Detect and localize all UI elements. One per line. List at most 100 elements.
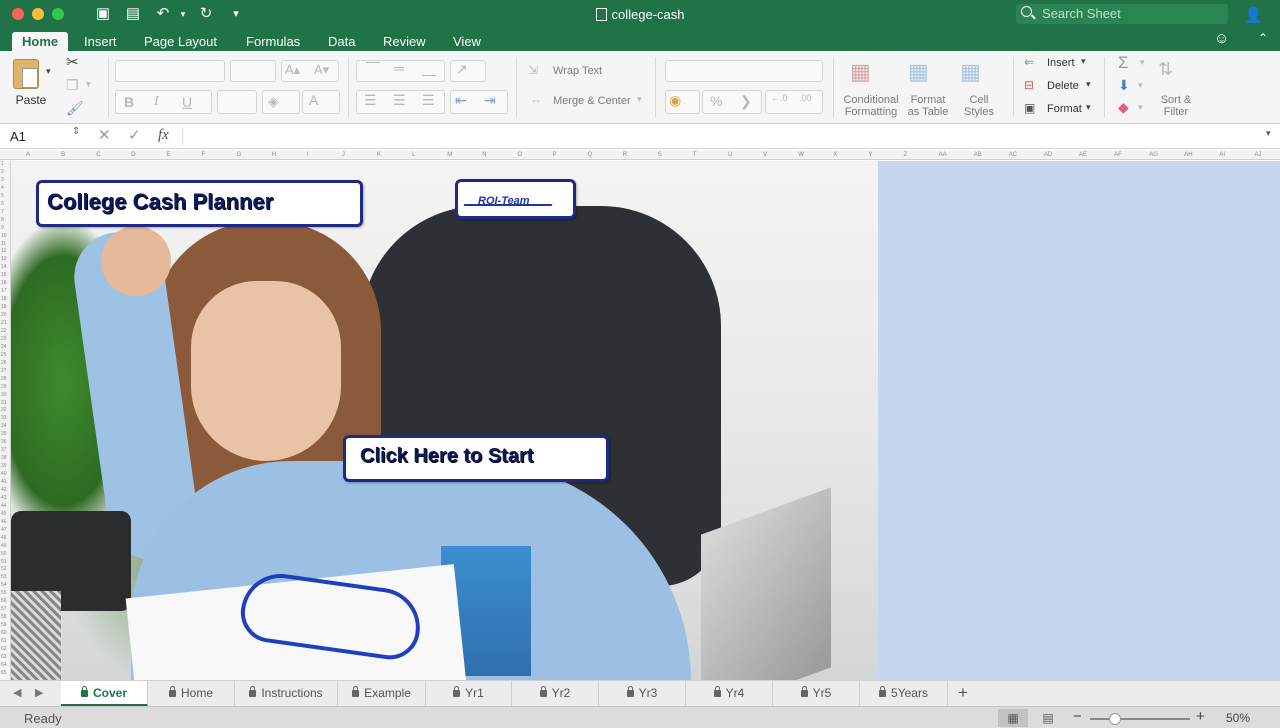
zoom-slider-knob[interactable] [1109, 713, 1121, 725]
column-header[interactable]: J [342, 150, 345, 160]
share-person-icon[interactable]: 👤 [1244, 6, 1263, 24]
column-header[interactable]: AA [939, 150, 947, 160]
sheet-tab-yr4[interactable]: Yr4 [686, 681, 773, 706]
sheet-tab-yr2[interactable]: Yr2 [512, 681, 599, 706]
insert-cells-button[interactable]: Insert [1047, 57, 1075, 69]
column-header[interactable]: Y [868, 150, 872, 160]
row-header[interactable]: 15 [1, 272, 7, 278]
column-header[interactable]: AF [1114, 150, 1122, 160]
column-header[interactable]: AD [1044, 150, 1052, 160]
row-header[interactable]: 64 [1, 662, 7, 668]
sheet-tab-yr5[interactable]: Yr5 [773, 681, 860, 706]
cut-icon[interactable]: ✂ [66, 53, 79, 71]
underline-button[interactable]: U [182, 94, 192, 110]
column-header[interactable]: N [482, 150, 486, 160]
font-size-select[interactable] [230, 60, 276, 82]
row-header[interactable]: 32 [1, 407, 7, 413]
search-sheet-input[interactable]: Search Sheet [1016, 4, 1228, 24]
paste-dropdown-icon[interactable]: ▾ [46, 66, 51, 77]
comma-style-icon[interactable]: ❯ [740, 93, 752, 110]
cell-styles-icon[interactable]: ▦ [960, 59, 981, 85]
row-header[interactable]: 7 [1, 209, 4, 215]
decrease-font-icon[interactable]: A▾ [314, 62, 329, 78]
row-header[interactable]: 17 [1, 288, 7, 294]
tab-formulas[interactable]: Formulas [236, 32, 310, 51]
row-header[interactable]: 51 [1, 559, 7, 565]
sort-filter-button[interactable]: Sort & Filter [1155, 94, 1197, 118]
next-sheet-icon[interactable]: ▶ [35, 686, 43, 699]
row-header[interactable]: 35 [1, 431, 7, 437]
column-header[interactable]: P [553, 150, 557, 160]
column-header[interactable]: E [166, 150, 170, 160]
align-bottom-icon[interactable]: ⎽ [422, 60, 436, 77]
conditional-formatting-icon[interactable]: ▦ [850, 59, 871, 85]
column-header[interactable]: H [272, 150, 276, 160]
zoom-out-button[interactable]: − [1073, 708, 1082, 725]
delete-cells-button[interactable]: Delete [1047, 80, 1079, 92]
tab-insert[interactable]: Insert [74, 32, 127, 51]
row-header[interactable]: 52 [1, 566, 7, 572]
column-header[interactable]: S [658, 150, 662, 160]
align-center-icon[interactable]: ☰ [393, 92, 406, 109]
row-header[interactable]: 61 [1, 638, 7, 644]
insert-cells-icon[interactable]: ⇐ [1024, 55, 1034, 69]
column-header[interactable]: AB [974, 150, 982, 160]
prev-sheet-icon[interactable]: ◀ [13, 686, 21, 699]
expand-formula-bar-icon[interactable]: ▾ [1266, 128, 1271, 139]
row-header[interactable]: 28 [1, 376, 7, 382]
merge-center-icon[interactable]: ⇔ [530, 93, 542, 107]
align-left-icon[interactable]: ☰ [364, 92, 377, 109]
insert-function-button[interactable]: fx [158, 127, 169, 144]
sort-filter-icon[interactable]: ⇅ [1158, 59, 1173, 80]
row-header[interactable]: 43 [1, 495, 7, 501]
increase-font-icon[interactable]: A▴ [285, 62, 300, 78]
row-header[interactable]: 49 [1, 543, 7, 549]
column-header[interactable]: L [412, 150, 415, 160]
zoom-in-button[interactable]: + [1196, 708, 1205, 725]
align-middle-icon[interactable]: ═ [394, 60, 404, 76]
row-header[interactable]: 2 [1, 169, 4, 175]
row-header[interactable]: 19 [1, 304, 7, 310]
tab-page-layout[interactable]: Page Layout [134, 32, 227, 51]
row-header[interactable]: 12 [1, 248, 7, 254]
name-box-stepper-icon[interactable]: ⇕ [72, 126, 80, 137]
row-header[interactable]: 53 [1, 574, 7, 580]
zoom-percentage[interactable]: 50% [1226, 711, 1250, 725]
click-here-to-start-button[interactable]: Click Here to Start [343, 435, 609, 482]
column-header[interactable]: X [833, 150, 837, 160]
decrease-decimal-icon[interactable]: .00 [799, 93, 812, 103]
delete-dropdown-icon[interactable]: ▾ [1086, 79, 1091, 90]
delete-cells-icon[interactable]: ⊟ [1024, 78, 1034, 92]
percent-style-button[interactable]: % [710, 93, 722, 109]
row-header[interactable]: 29 [1, 384, 7, 390]
column-header[interactable]: AE [1079, 150, 1087, 160]
insert-dropdown-icon[interactable]: ▾ [1081, 56, 1086, 67]
paste-label[interactable]: Paste [10, 94, 52, 106]
cell-styles-button[interactable]: Cell Styles [956, 94, 1002, 118]
column-header[interactable]: V [763, 150, 767, 160]
row-header[interactable]: 57 [1, 606, 7, 612]
row-header[interactable]: 11 [1, 241, 6, 247]
column-header[interactable]: M [447, 150, 452, 160]
sheet-tab-instructions[interactable]: Instructions [235, 681, 338, 706]
fill-down-icon[interactable]: ⬇ [1118, 77, 1130, 94]
collapse-ribbon-icon[interactable]: ⌃ [1258, 31, 1268, 45]
row-header[interactable]: 16 [1, 280, 7, 286]
roi-team-logo[interactable]: ROI-Team [455, 179, 576, 219]
column-header[interactable]: I [307, 150, 309, 160]
autosum-dropdown-icon[interactable]: ▾ [1140, 57, 1145, 68]
formula-input[interactable] [182, 127, 1262, 146]
row-header[interactable]: 38 [1, 455, 7, 461]
row-header[interactable]: 25 [1, 352, 7, 358]
column-header[interactable]: U [728, 150, 732, 160]
format-as-table-icon[interactable]: ▦ [908, 59, 929, 85]
row-header[interactable]: 6 [1, 201, 4, 207]
row-header[interactable]: 31 [1, 400, 7, 406]
feedback-smiley-icon[interactable]: ☺ [1214, 30, 1229, 47]
column-header[interactable]: B [61, 150, 65, 160]
row-header[interactable]: 34 [1, 423, 7, 429]
tab-review[interactable]: Review [373, 32, 436, 51]
column-header[interactable]: R [623, 150, 627, 160]
row-header[interactable]: 46 [1, 519, 7, 525]
font-name-select[interactable] [115, 60, 225, 82]
